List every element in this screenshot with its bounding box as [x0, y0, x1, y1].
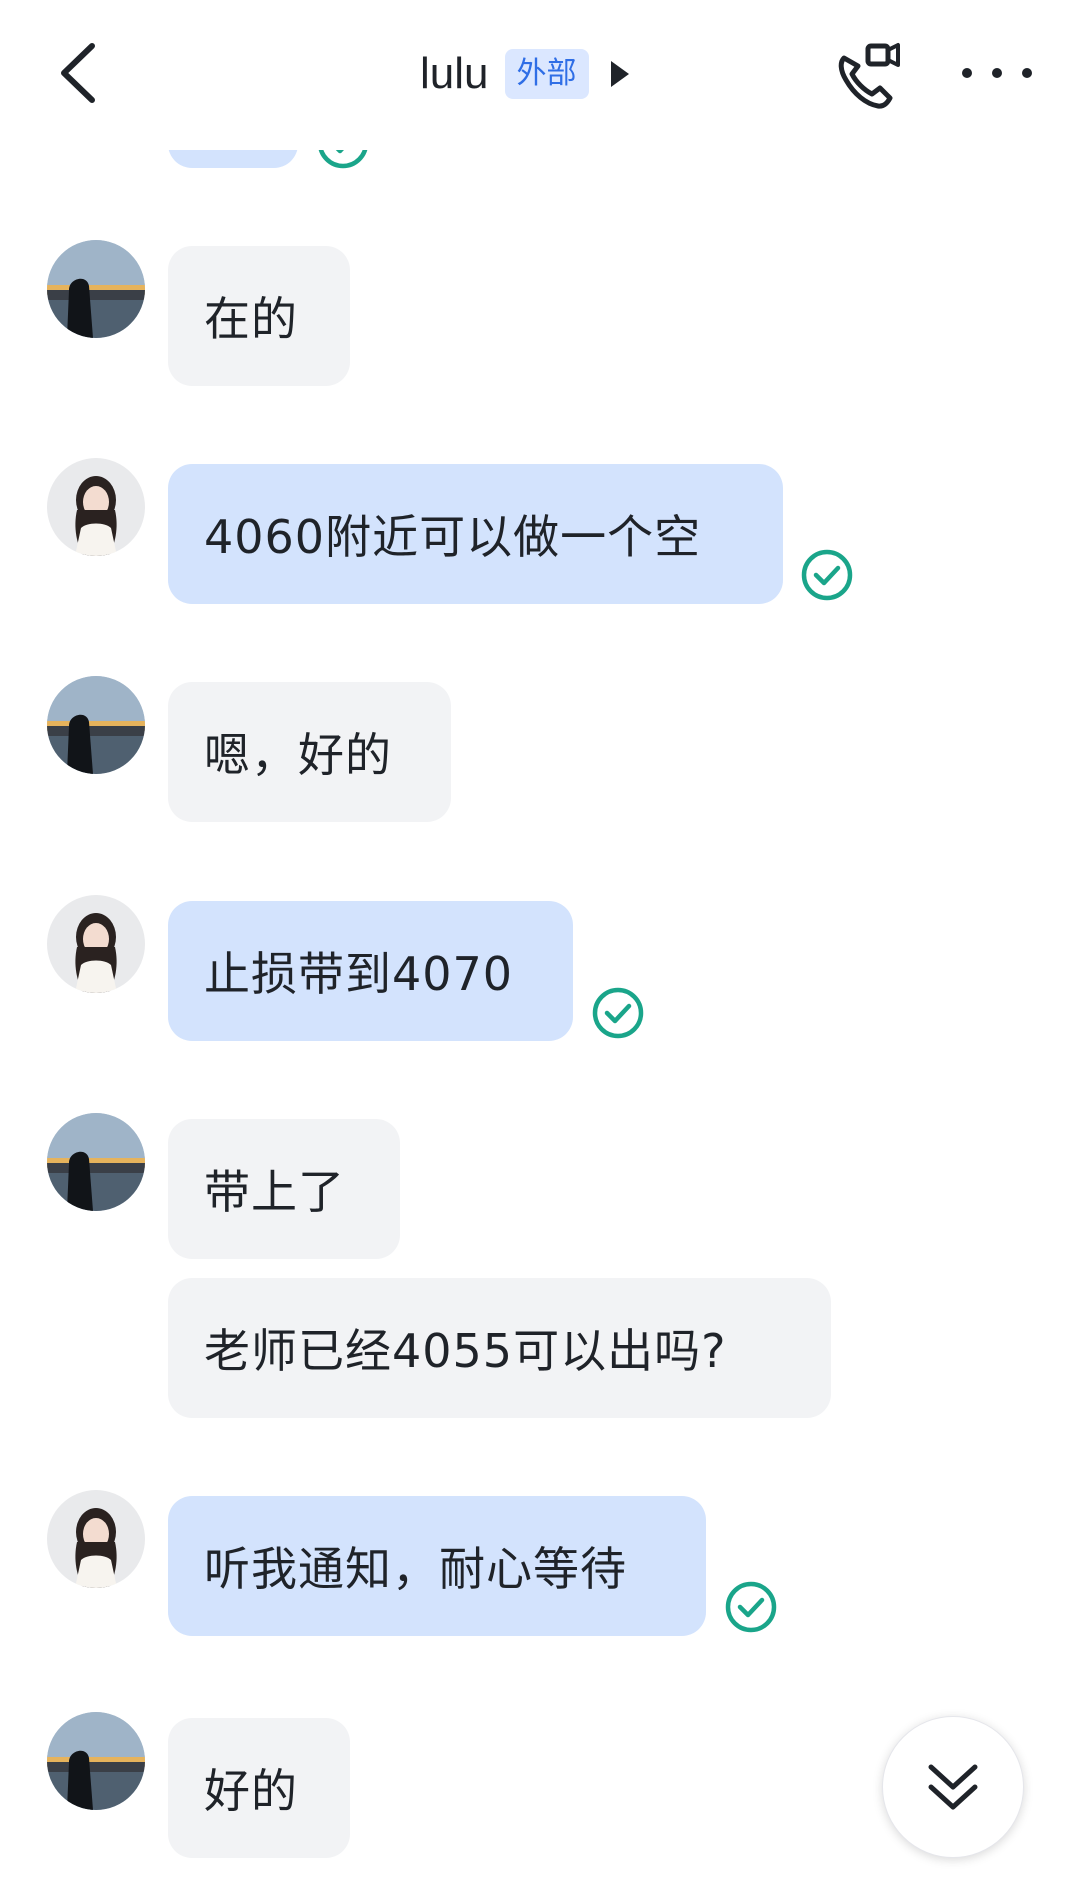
avatar[interactable] [47, 458, 145, 556]
check-circle-icon [725, 1581, 777, 1633]
message-text: 嗯，好的 [204, 728, 392, 782]
message-bubble[interactable]: 4060附近可以做一个空 [168, 464, 783, 604]
chat-title: lulu [420, 49, 489, 98]
double-chevron-down-icon [928, 1764, 978, 1810]
check-circle-icon [801, 549, 853, 601]
chat-header: lulu 外部 [0, 0, 1080, 150]
message-bubble[interactable]: 听我通知，耐心等待 [168, 1496, 706, 1636]
message-bubble[interactable]: 嗯，好的 [168, 682, 451, 822]
play-triangle-icon [610, 61, 629, 87]
message-text: 在的 [204, 292, 298, 346]
avatar[interactable] [47, 240, 145, 338]
avatar[interactable] [47, 1113, 145, 1211]
message-bubble[interactable]: 在的 [168, 246, 350, 386]
message-text: 4060附近可以做一个空 [204, 510, 702, 564]
scroll-to-bottom-button[interactable] [882, 1716, 1024, 1858]
more-button[interactable] [962, 58, 1032, 88]
message-text: 好的 [204, 1764, 298, 1818]
call-button[interactable] [830, 40, 904, 114]
message-bubble[interactable]: 止损带到4070 [168, 901, 573, 1041]
chat-title-area[interactable]: lulu 外部 [420, 44, 629, 104]
avatar[interactable] [47, 895, 145, 993]
more-dots-icon [1022, 68, 1032, 78]
avatar[interactable] [47, 676, 145, 774]
avatar[interactable] [47, 1490, 145, 1588]
external-tag: 外部 [504, 49, 589, 99]
phone-video-icon [838, 43, 900, 109]
check-circle-icon [592, 987, 644, 1039]
message-text: 止损带到4070 [204, 947, 514, 1001]
message-bubble[interactable]: 带上了 [168, 1119, 400, 1259]
back-button[interactable] [50, 38, 110, 108]
chevron-left-icon [61, 43, 95, 103]
message-text: 老师已经4055可以出吗? [204, 1324, 727, 1378]
message-text: 带上了 [204, 1165, 345, 1219]
more-dots-icon [962, 68, 972, 78]
message-bubble[interactable]: 老师已经4055可以出吗? [168, 1278, 831, 1418]
message-bubble[interactable]: 好的 [168, 1718, 350, 1858]
message-text: 听我通知，耐心等待 [204, 1542, 627, 1596]
avatar[interactable] [47, 1712, 145, 1810]
more-dots-icon [992, 68, 1002, 78]
